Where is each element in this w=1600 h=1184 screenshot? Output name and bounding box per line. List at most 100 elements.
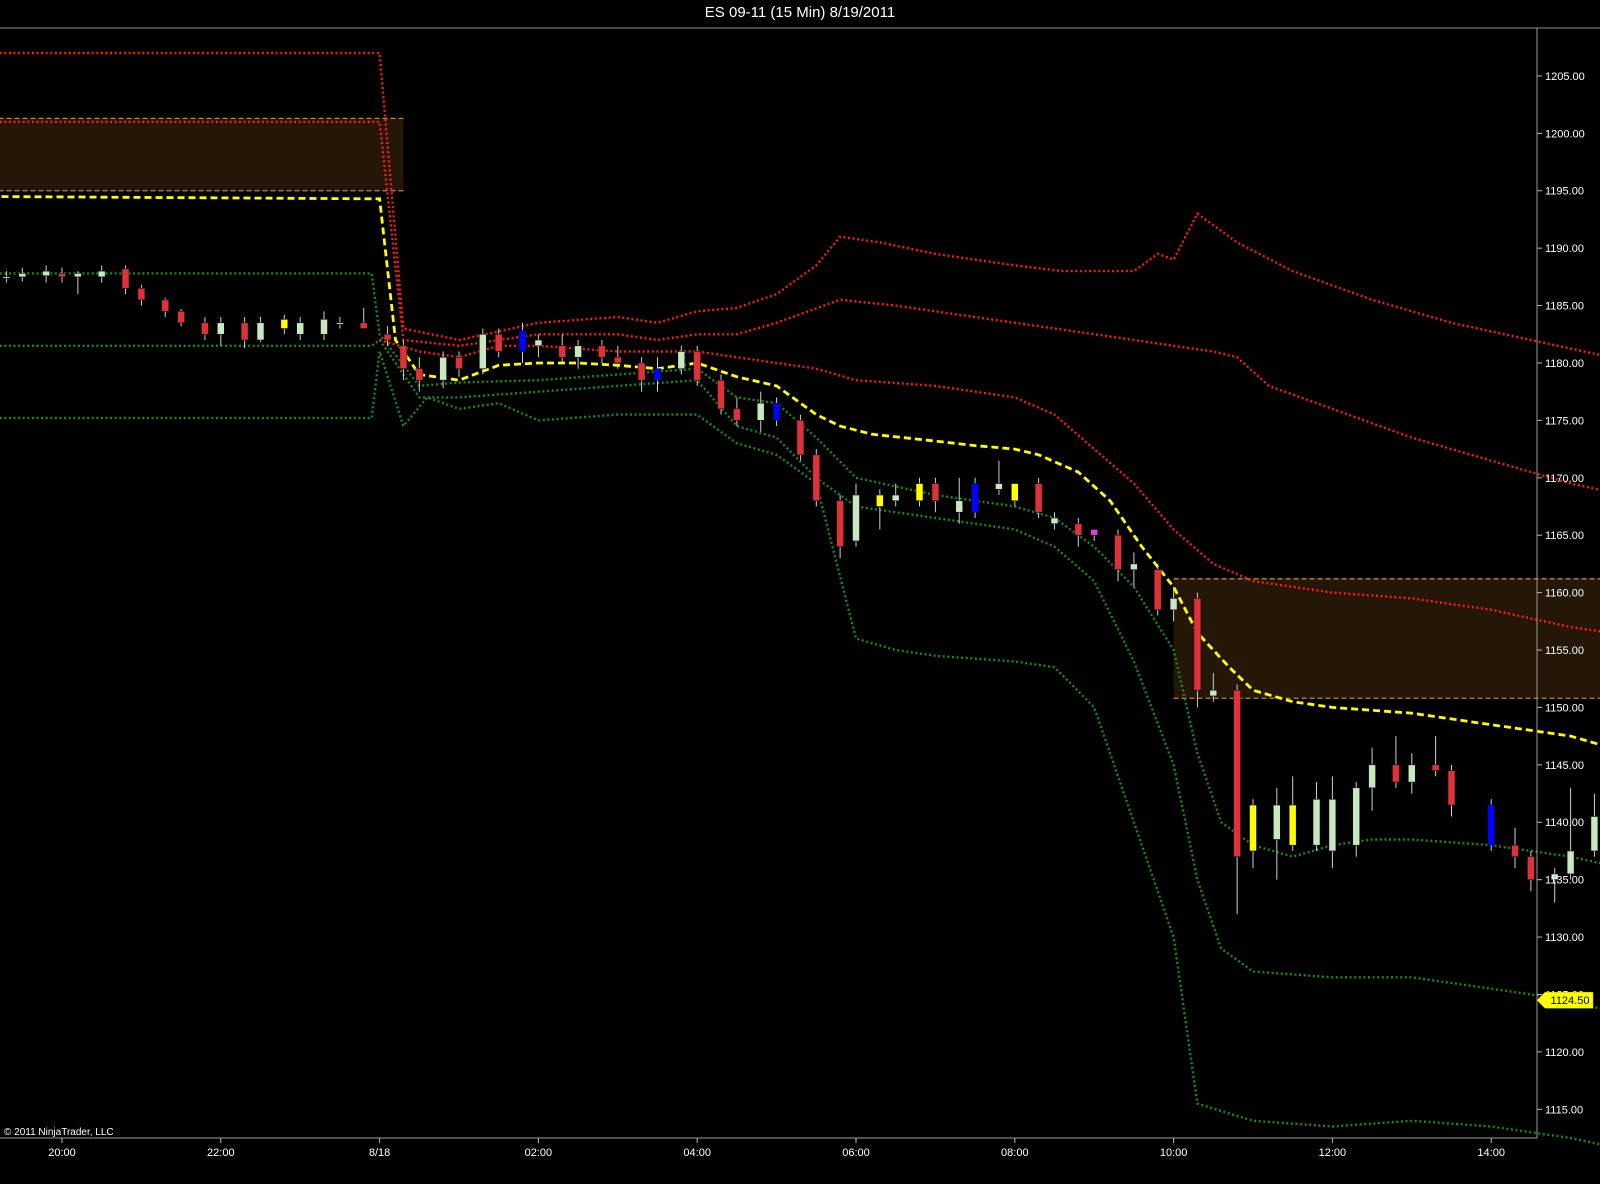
candle-body xyxy=(494,333,503,352)
candle xyxy=(1153,563,1162,616)
candle xyxy=(201,317,209,341)
candle-body xyxy=(415,368,424,381)
candle-body xyxy=(177,311,185,324)
candle-body xyxy=(1130,563,1138,570)
candle-body xyxy=(1288,804,1297,846)
candle xyxy=(1590,793,1599,857)
candle xyxy=(1352,782,1361,857)
candle xyxy=(1487,799,1495,851)
candle xyxy=(177,309,185,327)
time-tick-label: 10:00 xyxy=(1160,1147,1188,1159)
candle xyxy=(836,495,844,559)
time-tick-label: 04:00 xyxy=(683,1147,711,1159)
candle-body xyxy=(1193,598,1202,691)
candle xyxy=(18,267,27,282)
candle-body xyxy=(1312,798,1321,846)
time-tick-label: 20:00 xyxy=(48,1147,76,1159)
candle-body xyxy=(1034,483,1043,513)
candle-body xyxy=(2,276,11,279)
price-tick-label: 1135.00 xyxy=(1545,875,1584,887)
candle xyxy=(637,357,646,392)
candle xyxy=(653,357,662,392)
candle xyxy=(399,340,408,381)
candle xyxy=(121,265,130,295)
candle-body xyxy=(1114,534,1122,570)
candle-body xyxy=(383,333,392,341)
candle xyxy=(296,317,305,341)
price-tick-label: 1160.00 xyxy=(1545,588,1584,600)
candle xyxy=(137,284,146,306)
upper-band-2-line xyxy=(0,120,1600,492)
candle-body xyxy=(1328,798,1337,852)
candle xyxy=(1511,827,1519,869)
candle xyxy=(558,334,567,363)
price-tick-label: 1200.00 xyxy=(1545,128,1585,140)
candle xyxy=(1074,517,1083,547)
candle xyxy=(955,477,964,524)
candle xyxy=(320,311,328,341)
candle-body xyxy=(891,494,900,502)
candle-body xyxy=(931,483,940,502)
candle-body xyxy=(852,494,860,542)
candle xyxy=(1566,787,1575,880)
candle-body xyxy=(1590,816,1599,852)
candle-body xyxy=(613,356,622,364)
candle xyxy=(1431,736,1440,777)
candle xyxy=(256,317,265,343)
price-axis[interactable]: 1205.00 1200.00 1195.00 1190.00 1185.00 1180.… xyxy=(1537,71,1585,1116)
candle xyxy=(534,334,543,358)
candle-body xyxy=(439,356,447,381)
time-tick-label: 22:00 xyxy=(207,1147,235,1159)
candle xyxy=(518,322,527,363)
candle-body xyxy=(1447,770,1456,806)
candle xyxy=(359,307,368,329)
price-tick-label: 1120.00 xyxy=(1545,1047,1584,1059)
candle-body xyxy=(1209,689,1218,697)
candle-body xyxy=(574,345,582,358)
candle-body xyxy=(1352,787,1361,846)
candle-body xyxy=(1233,689,1241,857)
candle xyxy=(97,265,106,283)
candle xyxy=(161,297,170,318)
price-tick-label: 1130.00 xyxy=(1545,932,1584,944)
price-tick-label: 1185.00 xyxy=(1545,301,1584,313)
candle xyxy=(1114,529,1122,582)
candle-body xyxy=(1249,804,1257,852)
candle xyxy=(58,267,66,283)
candle xyxy=(915,477,924,507)
candle-body xyxy=(121,268,130,289)
time-tick-label: 08:00 xyxy=(1001,1147,1029,1159)
candle-body xyxy=(455,356,463,370)
candle xyxy=(1130,552,1138,587)
candle xyxy=(74,271,82,295)
candle-body xyxy=(161,299,170,312)
candle xyxy=(240,317,249,349)
price-tick-label: 1205.00 xyxy=(1545,71,1585,83)
price-chart[interactable]: 1205.00 1200.00 1195.00 1190.00 1185.00 1180.… xyxy=(0,0,1600,1184)
candle-body xyxy=(534,339,543,347)
last-price-marker: 1124.50 xyxy=(1536,991,1594,1009)
candle-body xyxy=(74,273,82,278)
price-tick-label: 1190.00 xyxy=(1545,243,1584,255)
candle-body xyxy=(1487,804,1495,846)
candle xyxy=(852,483,860,547)
price-tick-label: 1170.00 xyxy=(1545,473,1584,485)
candle xyxy=(677,345,686,375)
price-tick-label: 1195.00 xyxy=(1545,186,1584,198)
price-tick-label: 1140.00 xyxy=(1545,817,1584,829)
candle-body xyxy=(18,273,27,278)
candle-body xyxy=(1273,804,1281,840)
candle-body xyxy=(1368,764,1376,789)
candle-body xyxy=(1392,764,1400,783)
candle-body xyxy=(598,345,606,358)
candle-body xyxy=(42,270,50,277)
candle-body xyxy=(1090,529,1098,536)
time-axis[interactable]: 20:00 22:00 8/18 02:00 04:00 06:00 08:00 10:00 1… xyxy=(48,1138,1600,1159)
candle-body xyxy=(97,270,106,278)
candle-body xyxy=(137,288,146,301)
candle-body xyxy=(637,362,646,381)
candle xyxy=(1090,529,1098,541)
candle xyxy=(1233,684,1241,915)
candle-body xyxy=(256,322,265,341)
candle-body xyxy=(876,494,884,507)
